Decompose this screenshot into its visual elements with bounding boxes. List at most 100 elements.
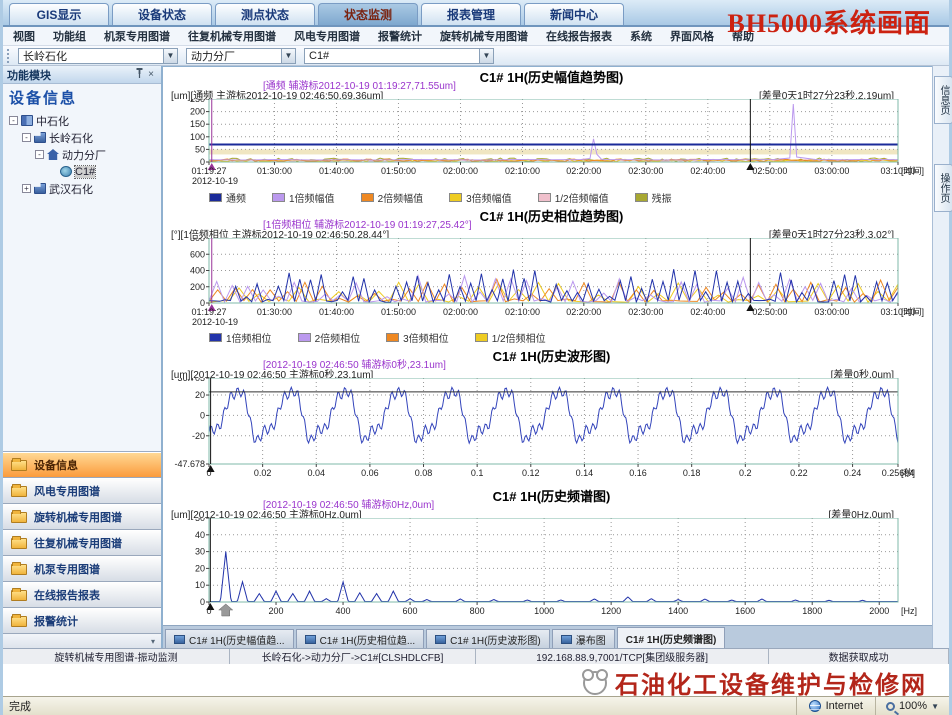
plot-svg[interactable]: 020040060080001:19:272012-10-1901:30:000… bbox=[163, 238, 932, 333]
tree-label: 中石化 bbox=[36, 113, 69, 129]
legend-swatch bbox=[449, 193, 462, 202]
tree-node-长岭石化[interactable]: -长岭石化 bbox=[3, 129, 161, 146]
folder-icon bbox=[11, 460, 27, 471]
svg-text:200: 200 bbox=[190, 282, 205, 292]
tree-label: 武汉石化 bbox=[49, 181, 93, 197]
chart-tab-瀑布图[interactable]: 瀑布图 bbox=[552, 629, 615, 648]
menu-item-往复机械专用图谱[interactable]: 往复机械专用图谱 bbox=[188, 28, 276, 44]
legend-label: 2倍频相位 bbox=[315, 330, 361, 345]
close-icon[interactable]: × bbox=[145, 69, 157, 80]
legend-swatch bbox=[386, 333, 399, 342]
svg-text:40: 40 bbox=[195, 530, 205, 540]
svg-text:0.18: 0.18 bbox=[683, 468, 701, 478]
nav-button-label: 机泵专用图谱 bbox=[34, 561, 100, 577]
sidebar-item-机泵专用图谱[interactable]: 机泵专用图谱 bbox=[3, 556, 161, 582]
svg-text:[秒]: [秒] bbox=[901, 467, 915, 478]
svg-text:1800: 1800 bbox=[802, 606, 822, 616]
chart-tab-label: C1# 1H(历史相位趋... bbox=[320, 632, 416, 647]
plot-svg[interactable]: 05010015020025001:19:272012-10-1901:30:0… bbox=[163, 99, 932, 192]
nav-collapse-strip[interactable]: ▾ bbox=[3, 634, 161, 648]
tree-label: C1# bbox=[75, 166, 95, 178]
menu-item-功能组[interactable]: 功能组 bbox=[53, 28, 86, 44]
chart-tab-C1# 1H(历史幅值趋...[interactable]: C1# 1H(历史幅值趋... bbox=[165, 629, 294, 648]
security-zone[interactable]: Internet bbox=[796, 697, 875, 715]
folder-icon bbox=[11, 512, 27, 523]
svg-text:0.08: 0.08 bbox=[415, 468, 433, 478]
legend-item: 2倍频相位 bbox=[298, 330, 361, 345]
legend-item: 2倍频幅值 bbox=[361, 190, 424, 205]
svg-text:02:50:00: 02:50:00 bbox=[752, 307, 787, 317]
folder-icon bbox=[11, 564, 27, 575]
menu-item-系统[interactable]: 系统 bbox=[630, 28, 652, 44]
combo-value: 动力分厂 bbox=[187, 48, 281, 64]
menu-item-视图[interactable]: 视图 bbox=[13, 28, 35, 44]
browser-status-bar: 完成 Internet 100% ▼ bbox=[3, 696, 949, 715]
right-tab-信息页[interactable]: 信息页 bbox=[934, 76, 952, 124]
chart-0: C1# 1H(历史幅值趋势图)[通频 辅游标2012-10-19 01:19:2… bbox=[163, 67, 932, 206]
svg-text:10: 10 bbox=[195, 580, 205, 590]
tree-node-中石化[interactable]: - 中石化 bbox=[3, 112, 161, 129]
svg-text:[Hz]: [Hz] bbox=[901, 606, 917, 616]
chevron-down-icon[interactable]: ▼ bbox=[281, 49, 295, 63]
tree-node-C1#[interactable]: C1# bbox=[3, 163, 161, 180]
chart-tab-C1# 1H(历史相位趋...[interactable]: C1# 1H(历史相位趋... bbox=[296, 629, 425, 648]
browser-zoom-control[interactable]: 100% ▼ bbox=[875, 697, 949, 715]
sidebar-item-旋转机械专用图谱[interactable]: 旋转机械专用图谱 bbox=[3, 504, 161, 530]
chevron-down-icon[interactable]: ▼ bbox=[479, 49, 493, 63]
menu-item-机泵专用图谱[interactable]: 机泵专用图谱 bbox=[104, 28, 170, 44]
toolbar-combo-1[interactable]: 动力分厂▼ bbox=[186, 48, 296, 64]
pin-icon[interactable] bbox=[133, 68, 145, 81]
watermark-logo-icon bbox=[583, 671, 607, 695]
tree-expander-icon[interactable]: + bbox=[22, 184, 31, 193]
chart-3: C1# 1H(历史频谱图)[2012-10-19 02:46:50 辅游标0Hz… bbox=[163, 486, 932, 625]
top-tab-新闻中心[interactable]: 新闻中心 bbox=[524, 3, 624, 25]
right-tab-操作页[interactable]: 操作页 bbox=[934, 164, 952, 212]
sidebar-item-风电专用图谱[interactable]: 风电专用图谱 bbox=[3, 478, 161, 504]
sidebar-item-往复机械专用图谱[interactable]: 往复机械专用图谱 bbox=[3, 530, 161, 556]
right-tab-rail: 信息页操作页 bbox=[932, 66, 949, 648]
svg-text:0.02: 0.02 bbox=[254, 468, 272, 478]
status-segment-2: 192.168.88.9,7001/TCP[集团级服务器] bbox=[476, 649, 769, 664]
sidebar-item-在线报告报表[interactable]: 在线报告报表 bbox=[3, 582, 161, 608]
tree-node-动力分厂[interactable]: - 动力分厂 bbox=[3, 146, 161, 163]
toolbar-combo-0[interactable]: 长岭石化▼ bbox=[18, 48, 178, 64]
legend-swatch bbox=[475, 333, 488, 342]
top-tab-GIS显示[interactable]: GIS显示 bbox=[9, 3, 109, 25]
magnifier-icon bbox=[886, 702, 895, 711]
plot-svg[interactable]: 36.705200-20-47.67800.020.040.060.080.10… bbox=[163, 378, 932, 484]
top-tab-测点状态[interactable]: 测点状态 bbox=[215, 3, 315, 25]
device-tree: -中石化-长岭石化-动力分厂C1#+武汉石化 bbox=[3, 110, 161, 451]
toolbar-combo-2[interactable]: C1#▼ bbox=[304, 48, 494, 64]
top-tab-报表管理[interactable]: 报表管理 bbox=[421, 3, 521, 25]
tree-expander-icon[interactable]: - bbox=[35, 150, 44, 159]
sidebar-item-报警统计[interactable]: 报警统计 bbox=[3, 608, 161, 634]
tree-label: 动力分厂 bbox=[62, 147, 106, 163]
menu-item-风电专用图谱[interactable]: 风电专用图谱 bbox=[294, 28, 360, 44]
menu-item-旋转机械专用图谱[interactable]: 旋转机械专用图谱 bbox=[440, 28, 528, 44]
tree-expander-icon[interactable]: - bbox=[22, 133, 31, 142]
menu-item-报警统计[interactable]: 报警统计 bbox=[378, 28, 422, 44]
top-tab-设备状态[interactable]: 设备状态 bbox=[112, 3, 212, 25]
tree-node-武汉石化[interactable]: + 武汉石化 bbox=[3, 180, 161, 197]
menu-item-在线报告报表[interactable]: 在线报告报表 bbox=[546, 28, 612, 44]
plot-svg[interactable]: 0102030405002004006008001000120014001600… bbox=[163, 518, 932, 622]
tree-expander-icon[interactable]: - bbox=[9, 116, 18, 125]
plant-icon bbox=[34, 132, 46, 143]
svg-text:100: 100 bbox=[190, 132, 205, 142]
chart-tab-C1# 1H(历史频谱图)[interactable]: C1# 1H(历史频谱图) bbox=[617, 627, 726, 648]
top-tab-状态监测[interactable]: 状态监测 bbox=[318, 3, 418, 25]
svg-text:1600: 1600 bbox=[735, 606, 755, 616]
svg-text:01:19:27: 01:19:27 bbox=[191, 307, 226, 317]
svg-text:600: 600 bbox=[190, 249, 205, 259]
house-icon bbox=[47, 149, 59, 160]
svg-text:36.705: 36.705 bbox=[177, 378, 205, 383]
combo-value: C1# bbox=[305, 50, 479, 62]
menu-item-界面风格[interactable]: 界面风格 bbox=[670, 28, 714, 44]
svg-text:02:20:00: 02:20:00 bbox=[566, 307, 601, 317]
nav-button-label: 报警统计 bbox=[34, 613, 78, 629]
chevron-down-icon[interactable]: ▼ bbox=[163, 49, 177, 63]
svg-text:1400: 1400 bbox=[668, 606, 688, 616]
legend-swatch bbox=[298, 333, 311, 342]
sidebar-item-设备信息[interactable]: 设备信息 bbox=[3, 452, 161, 478]
chart-tab-C1# 1H(历史波形图)[interactable]: C1# 1H(历史波形图) bbox=[426, 629, 550, 648]
